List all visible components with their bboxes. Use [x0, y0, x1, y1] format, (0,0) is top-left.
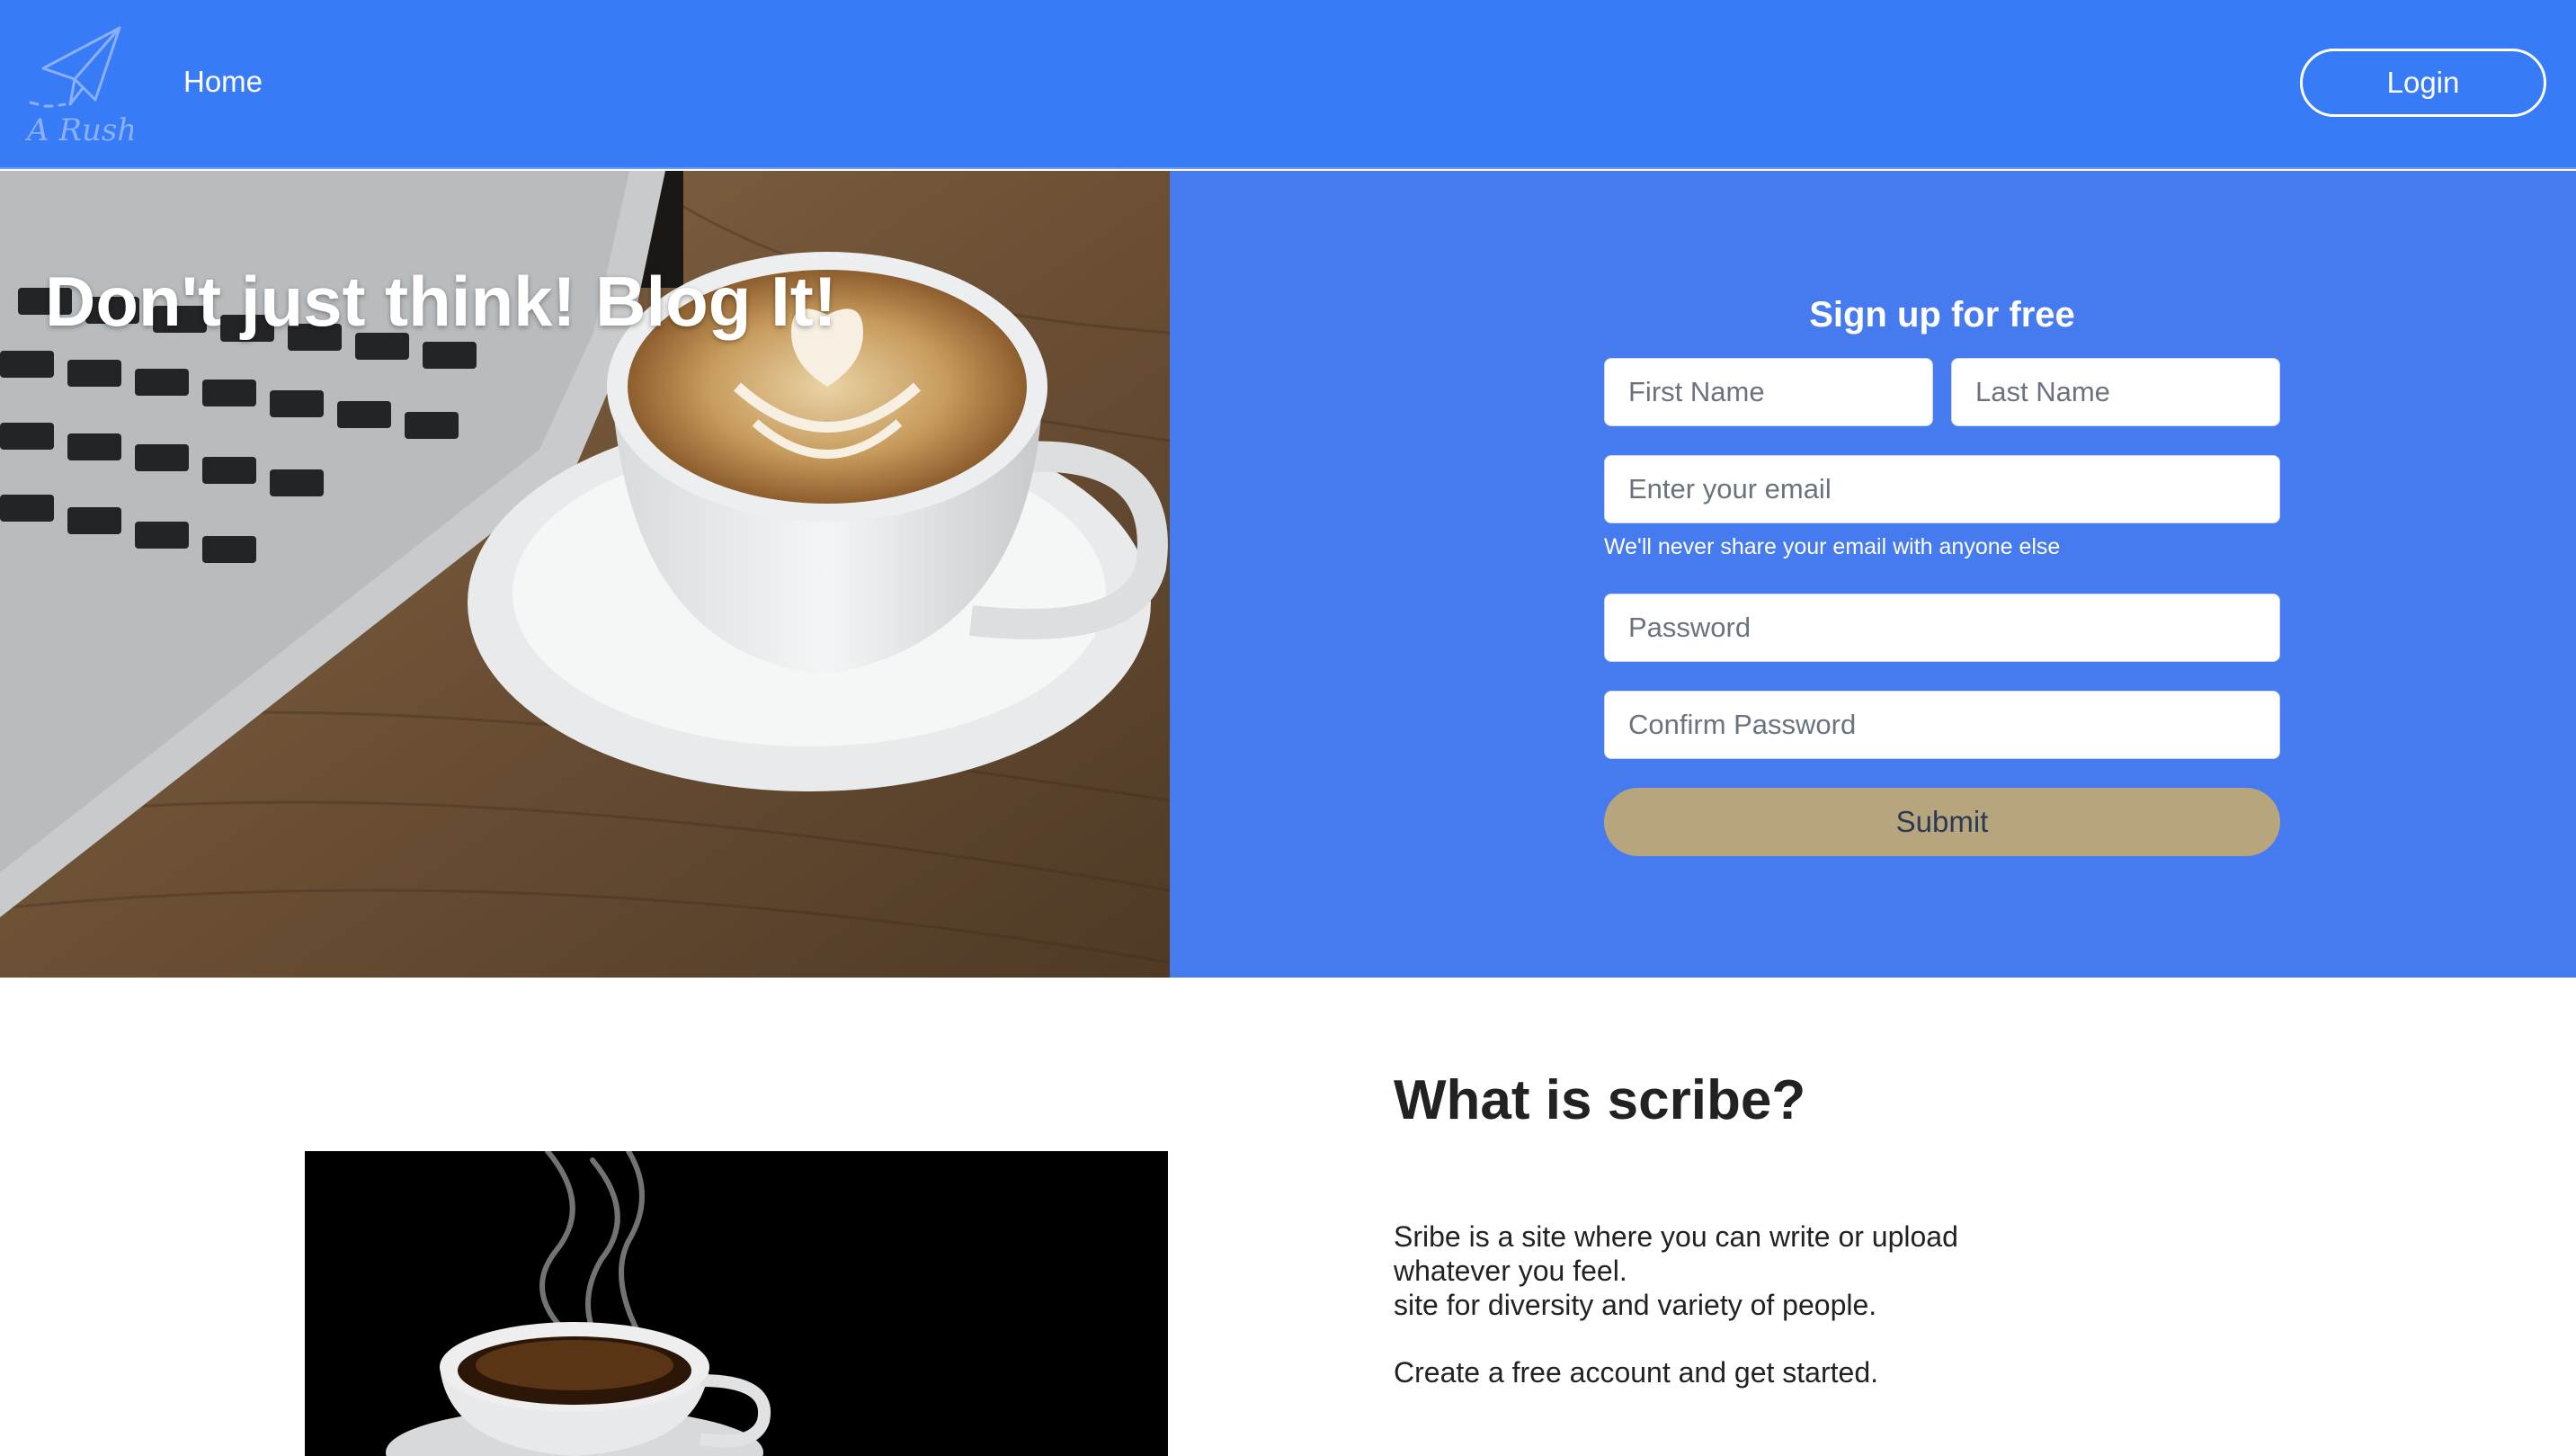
confirm-password-input[interactable]: Confirm Password [1604, 691, 2280, 759]
last-name-input[interactable]: Last Name [1951, 358, 2280, 426]
logo[interactable]: A Rush [24, 23, 137, 149]
email-input[interactable]: Enter your email [1604, 455, 2280, 523]
hero-title: Don't just think! Blog It! [45, 262, 837, 341]
svg-text:A Rush: A Rush [25, 112, 133, 148]
paper-plane-icon: A Rush [24, 26, 137, 148]
first-name-input[interactable]: First Name [1604, 358, 1933, 426]
about-cta: Create a free account and get started. [1394, 1356, 1878, 1389]
email-hint: We'll never share your email with anyone… [1604, 534, 2061, 559]
password-input[interactable]: Password [1604, 594, 2280, 662]
coffee-cup-image [305, 1151, 1168, 1456]
login-button[interactable]: Login [2300, 49, 2546, 117]
about-line-1: Sribe is a site where you can write or u… [1394, 1220, 1958, 1287]
signup-panel [1170, 171, 2576, 978]
submit-button[interactable]: Submit [1604, 788, 2280, 856]
navbar: A Rush Home Login [0, 0, 2576, 169]
hero-image: Don't just think! Blog It! [0, 171, 1170, 978]
signup-title: Sign up for free [1809, 295, 2075, 335]
about-description: Sribe is a site where you can write or u… [1394, 1219, 2077, 1322]
about-line-2: site for diversity and variety of people… [1394, 1289, 1877, 1321]
nav-home-link[interactable]: Home [183, 65, 263, 99]
steaming-coffee-photo [305, 1151, 1168, 1456]
about-title: What is scribe? [1394, 1069, 1806, 1131]
